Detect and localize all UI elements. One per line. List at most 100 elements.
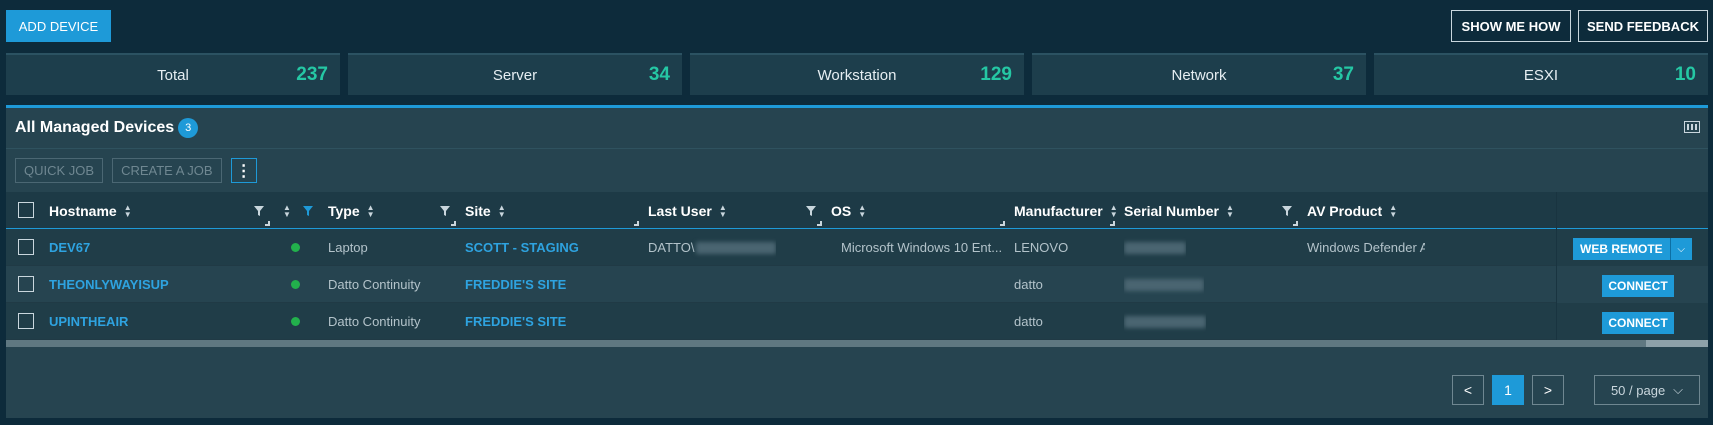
show-me-how-button[interactable]: SHOW ME HOW: [1451, 10, 1571, 42]
more-actions-icon[interactable]: ⋮: [230, 158, 257, 183]
columns-icon[interactable]: [1684, 121, 1700, 133]
hostname-link[interactable]: DEV67: [49, 229, 90, 266]
column-header-status[interactable]: ▲ ▼: [276, 192, 291, 229]
serial-number-cell: [1124, 303, 1206, 340]
resize-handle[interactable]: [265, 221, 270, 226]
column-header-type[interactable]: Type ▲ ▼: [328, 192, 375, 229]
devices-panel: All Managed Devices 3 QUICK JOB CREATE A…: [6, 105, 1708, 418]
page-size-select[interactable]: 50 / page ⌵: [1594, 375, 1700, 405]
horizontal-scrollbar[interactable]: [6, 340, 1708, 347]
web-remote-button[interactable]: WEB REMOTE ⌵: [1573, 238, 1692, 260]
av-product-cell: Windows Defender An: [1307, 240, 1425, 255]
stat-value: 34: [648, 64, 670, 85]
active-filter-icon[interactable]: [303, 206, 313, 216]
stat-label: Network: [1171, 66, 1227, 84]
stat-workstation[interactable]: Workstation 129: [690, 53, 1024, 95]
table-row[interactable]: DEV67 Laptop SCOTT - STAGING DATTO\ Micr…: [6, 229, 1708, 266]
column-header-site[interactable]: Site ▲ ▼: [465, 192, 506, 229]
sort-icon[interactable]: ▲ ▼: [858, 203, 866, 218]
sort-icon[interactable]: ▲ ▼: [719, 203, 727, 218]
resize-handle[interactable]: [1000, 221, 1005, 226]
resize-handle[interactable]: [1110, 221, 1115, 226]
column-label: Site: [465, 202, 491, 219]
row-checkbox[interactable]: [18, 313, 34, 329]
sort-icon[interactable]: ▲ ▼: [124, 203, 132, 218]
hostname-link[interactable]: THEONLYWAYISUP: [49, 266, 169, 303]
column-header-hostname[interactable]: Hostname ▲ ▼: [49, 192, 132, 229]
scrollbar-thumb[interactable]: [1646, 340, 1708, 347]
redacted-value: [1124, 278, 1204, 291]
row-checkbox[interactable]: [18, 276, 34, 292]
sort-icon[interactable]: ▲ ▼: [1226, 203, 1234, 218]
stat-value: 37: [1332, 64, 1354, 85]
quick-job-button[interactable]: QUICK JOB: [15, 158, 104, 183]
type-cell: Laptop: [328, 240, 368, 255]
column-label: Hostname: [49, 202, 117, 219]
stat-value: 10: [1674, 64, 1696, 85]
site-link[interactable]: FREDDIE'S SITE: [465, 266, 566, 303]
web-remote-label[interactable]: WEB REMOTE: [1573, 238, 1670, 260]
create-job-button[interactable]: CREATE A JOB: [112, 158, 222, 183]
serial-number-cell: [1124, 266, 1204, 303]
sort-icon[interactable]: ▲ ▼: [498, 203, 506, 218]
sort-icon[interactable]: ▲ ▼: [367, 203, 375, 218]
manufacturer-cell: datto: [1014, 277, 1043, 292]
resize-handle[interactable]: [634, 221, 639, 226]
column-header-last-user[interactable]: Last User ▲ ▼: [648, 192, 727, 229]
filter-icon[interactable]: [1282, 206, 1292, 216]
column-label: AV Product: [1307, 202, 1383, 219]
stat-label: Total: [157, 66, 189, 84]
online-status-dot: [291, 317, 300, 326]
redacted-value: [696, 241, 777, 254]
chevron-down-icon[interactable]: ⌵: [1669, 238, 1692, 260]
last-user-text: DATTO\: [648, 240, 695, 255]
table-row[interactable]: UPINTHEAIR Datto Continuity FREDDIE'S SI…: [6, 303, 1708, 340]
windows-icon: [831, 243, 832, 253]
sort-icon[interactable]: ▲ ▼: [283, 203, 291, 218]
stat-esxi[interactable]: ESXI 10: [1374, 53, 1708, 95]
filter-icon[interactable]: [806, 206, 816, 216]
filter-icon[interactable]: [440, 206, 450, 216]
page-size-value: 50 / page: [1610, 382, 1666, 398]
stat-value: 237: [296, 64, 328, 85]
stat-total[interactable]: Total 237: [6, 53, 340, 95]
table-row[interactable]: THEONLYWAYISUP Datto Continuity FREDDIE'…: [6, 266, 1708, 303]
hostname-link[interactable]: UPINTHEAIR: [49, 303, 128, 340]
select-all-checkbox[interactable]: [18, 202, 34, 218]
status-cell: [291, 266, 300, 303]
stat-network[interactable]: Network 37: [1032, 53, 1366, 95]
pagination: < 1 > 50 / page ⌵: [1452, 375, 1700, 405]
sort-icon[interactable]: ▲ ▼: [1389, 203, 1397, 218]
stat-label: Server: [492, 66, 538, 84]
column-header-serial-number[interactable]: Serial Number ▲ ▼: [1124, 192, 1234, 229]
column-label: Serial Number: [1124, 202, 1219, 219]
column-label: Manufacturer: [1014, 202, 1103, 219]
column-header-av-product[interactable]: AV Product ▲ ▼: [1307, 192, 1397, 229]
page-number-button[interactable]: 1: [1492, 375, 1524, 405]
filter-icon[interactable]: [254, 206, 264, 216]
column-header-os[interactable]: OS ▲ ▼: [831, 192, 866, 229]
sort-icon[interactable]: ▲ ▼: [1110, 203, 1118, 218]
connect-button[interactable]: CONNECT: [1602, 312, 1674, 334]
last-user-cell: DATTO\: [648, 229, 777, 266]
column-label: Type: [328, 202, 360, 219]
manufacturer-cell: datto: [1014, 314, 1043, 329]
panel-header: All Managed Devices 3: [6, 108, 1708, 148]
add-device-button[interactable]: ADD DEVICE: [6, 10, 111, 42]
site-link[interactable]: FREDDIE'S SITE: [465, 303, 566, 340]
site-link[interactable]: SCOTT - STAGING: [465, 229, 579, 266]
resize-handle[interactable]: [451, 221, 456, 226]
chevron-down-icon: ⌵: [1673, 382, 1684, 397]
resize-handle[interactable]: [1293, 221, 1298, 226]
next-page-button[interactable]: >: [1532, 375, 1564, 405]
stat-value: 129: [980, 64, 1012, 85]
row-checkbox[interactable]: [18, 239, 34, 255]
os-cell: Microsoft Windows 10 Ent...: [831, 229, 1001, 266]
device-count-badge: 3: [178, 118, 199, 138]
column-header-manufacturer[interactable]: Manufacturer ▲ ▼: [1014, 192, 1118, 229]
send-feedback-button[interactable]: SEND FEEDBACK: [1578, 10, 1708, 42]
resize-handle[interactable]: [817, 221, 822, 226]
connect-button[interactable]: CONNECT: [1602, 275, 1674, 297]
prev-page-button[interactable]: <: [1452, 375, 1484, 405]
stat-server[interactable]: Server 34: [348, 53, 682, 95]
